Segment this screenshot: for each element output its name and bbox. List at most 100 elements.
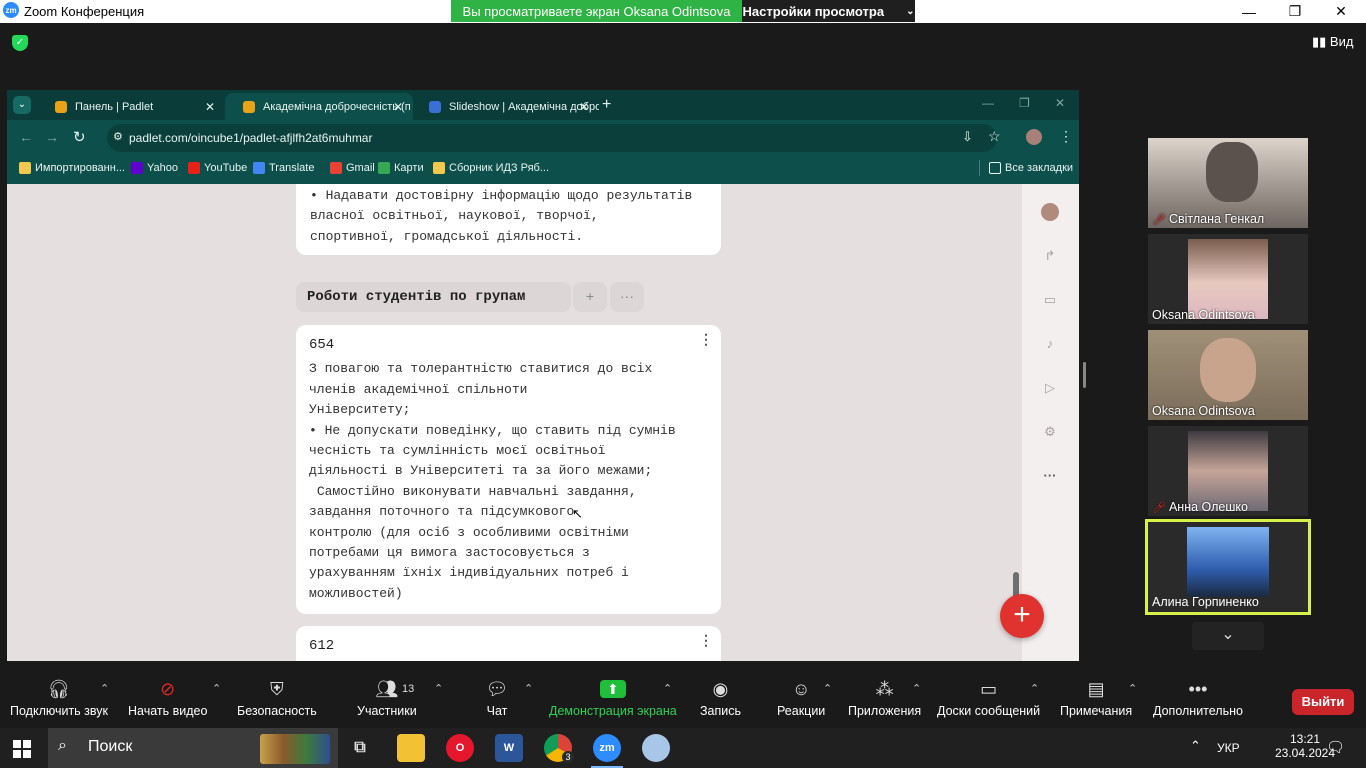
chat-button[interactable]: 💬︎ Чат <box>485 678 509 719</box>
minimize-button[interactable]: — <box>1226 0 1272 23</box>
section-title[interactable]: Роботи студентів по групам <box>296 282 571 312</box>
url-input[interactable]: ⚙ padlet.com/oincube1/padlet-afjlfh2at6m… <box>107 124 997 152</box>
gallery-down-chevron-icon[interactable]: ⌄ <box>1192 622 1264 650</box>
bookmark-ryab[interactable]: Сборник ИДЗ Ряб... <box>433 162 549 174</box>
chat-caret-icon[interactable]: ⌃ <box>524 682 533 695</box>
opera-icon[interactable]: O <box>446 734 474 762</box>
clock[interactable]: 13:21 23.04.2024 <box>1275 732 1335 760</box>
zoom-app-icon[interactable]: zm <box>593 734 621 762</box>
apps-caret-icon[interactable]: ⌃ <box>912 682 921 695</box>
tab-panel-padlet[interactable]: Панель | Padlet ✕ <box>37 93 225 120</box>
forward-arrow-icon[interactable]: → <box>45 129 59 145</box>
share-icon[interactable]: ↱ <box>1041 248 1059 266</box>
word-icon[interactable]: W <box>495 734 523 762</box>
install-app-icon[interactable]: ⇩ <box>962 129 973 145</box>
all-bookmarks[interactable]: Все закладки <box>989 162 1073 174</box>
reload-icon[interactable]: ↻ <box>73 128 86 146</box>
section-add-button[interactable]: + <box>573 282 607 312</box>
paint-icon[interactable] <box>642 734 670 762</box>
bookmark-gmail[interactable]: Gmail <box>330 162 375 174</box>
tab-academic-integrity[interactable]: Академічна доброчесність (п ✕ <box>225 93 413 120</box>
close-button[interactable]: ✕ <box>1318 0 1364 23</box>
security-button[interactable]: ⛨ Безопасность <box>237 678 317 719</box>
folder-icon <box>989 162 1001 174</box>
taskbar-search-input[interactable]: ⌕ Поиск <box>48 728 338 768</box>
share-screen-button[interactable]: ⬆ Демонстрация экрана <box>549 678 677 718</box>
video-options-caret-icon[interactable]: ⌃ <box>212 682 221 695</box>
join-audio-button[interactable]: 🎧︎ Подключить звук <box>10 678 108 719</box>
section-more-button[interactable]: ··· <box>610 282 644 312</box>
profile-avatar[interactable] <box>1026 129 1042 145</box>
participants-caret-icon[interactable]: ⌃ <box>434 682 443 695</box>
play-icon[interactable]: ▷ <box>1041 380 1059 398</box>
more-icon[interactable]: ··· <box>1041 468 1059 486</box>
record-button[interactable]: ◉ Запись <box>700 678 741 719</box>
tab-label: Академічна доброчесність (п <box>263 101 411 113</box>
bookmark-youtube[interactable]: YouTube <box>188 162 247 174</box>
browser-address-bar: ← → ↻ ⚙ padlet.com/oincube1/padlet-afjlf… <box>7 120 1079 156</box>
tab-close-icon[interactable]: ✕ <box>579 100 589 114</box>
security-shield-icon[interactable]: ✓ <box>12 35 28 51</box>
padlet-favicon-icon <box>55 101 67 113</box>
reactions-button[interactable]: ☺ Реакции <box>777 678 825 719</box>
split-view-handle[interactable] <box>1083 362 1086 388</box>
whiteboards-button[interactable]: ▭ Доски сообщений <box>937 678 1040 719</box>
browser-restore-icon[interactable]: ❐ <box>1019 96 1030 110</box>
bookmark-yahoo[interactable]: Yahoo <box>131 162 178 174</box>
bookmark-star-icon[interactable]: ☆ <box>988 128 1001 145</box>
tab-close-icon[interactable]: ✕ <box>205 100 215 114</box>
tab-close-icon[interactable]: ✕ <box>393 100 403 114</box>
post-card[interactable]: ⋮ 612 <box>296 626 721 661</box>
participant-tile[interactable]: Oksana Odintsova <box>1148 234 1308 324</box>
browser-menu-icon[interactable]: ⋮ <box>1059 128 1073 145</box>
audio-options-caret-icon[interactable]: ⌃ <box>100 682 109 695</box>
new-tab-button[interactable]: + <box>602 96 611 114</box>
back-arrow-icon[interactable]: ← <box>19 129 33 145</box>
tab-slideshow[interactable]: Slideshow | Академічна добро ✕ <box>411 93 599 120</box>
tab-search-icon[interactable]: ⌄ <box>13 96 31 114</box>
participant-tile[interactable]: 🎤︎ Світлана Генкал <box>1148 138 1308 228</box>
folder-icon <box>19 162 31 174</box>
toolbar-label: Демонстрация экрана <box>549 704 677 718</box>
task-view-icon[interactable]: ⧉ <box>346 734 374 762</box>
participant-tile[interactable]: 🎤︎ Анна Олешко <box>1148 426 1308 516</box>
url-text: padlet.com/oincube1/padlet-afjlfh2at6muh… <box>129 131 373 145</box>
active-speaker-tile[interactable]: Алина Горпиненко <box>1145 519 1311 615</box>
post-menu-icon[interactable]: ⋮ <box>699 632 713 652</box>
notes-button[interactable]: ▤ Примечания <box>1060 678 1132 719</box>
remake-icon[interactable]: ▭ <box>1041 292 1059 310</box>
reactions-caret-icon[interactable]: ⌃ <box>823 682 832 695</box>
participant-tile[interactable]: Oksana Odintsova <box>1148 330 1308 420</box>
bell-icon[interactable]: ♪ <box>1041 336 1059 354</box>
start-video-button[interactable]: ⊘ Начать видео <box>128 678 207 719</box>
browser-minimize-icon[interactable]: — <box>982 96 994 110</box>
tray-expand-icon[interactable]: ⌃ <box>1190 738 1201 754</box>
post-card[interactable]: ⋮ 654 З повагою та толерантністю ставити… <box>296 325 721 614</box>
avatar[interactable] <box>1041 203 1059 221</box>
add-post-button[interactable]: + <box>1000 594 1044 638</box>
view-settings-button[interactable]: Настройки просмотра ⌄ <box>742 0 915 22</box>
more-button[interactable]: ••• Дополнительно <box>1153 678 1243 719</box>
view-button[interactable]: ▮▮ Вид <box>1312 34 1353 50</box>
whiteboards-caret-icon[interactable]: ⌃ <box>1030 682 1039 695</box>
post-card[interactable]: • Надавати достовірну інформацію щодо ре… <box>296 184 721 255</box>
leave-button[interactable]: Выйти <box>1292 689 1354 715</box>
windows-start-icon[interactable] <box>13 740 31 758</box>
file-explorer-icon[interactable] <box>397 734 425 762</box>
language-indicator[interactable]: УКР <box>1217 741 1240 755</box>
browser-close-icon[interactable]: ✕ <box>1055 96 1065 110</box>
bookmark-translate[interactable]: Translate <box>253 162 314 174</box>
bookmarks-bar: Импортированн... Yahoo YouTube Translate… <box>7 156 1079 182</box>
restore-button[interactable]: ❐ <box>1272 0 1318 23</box>
site-info-icon[interactable]: ⚙ <box>113 130 123 143</box>
bookmark-maps[interactable]: Карти <box>378 162 424 174</box>
notes-caret-icon[interactable]: ⌃ <box>1128 682 1137 695</box>
headphones-icon: 🎧︎ <box>47 678 71 699</box>
post-menu-icon[interactable]: ⋮ <box>699 331 713 351</box>
browser-tab-bar: ⌄ Панель | Padlet ✕ Академічна доброчесн… <box>7 90 1079 120</box>
notification-icon[interactable]: 🗨︎ <box>1326 738 1345 756</box>
share-caret-icon[interactable]: ⌃ <box>663 682 672 695</box>
gear-icon[interactable]: ⚙ <box>1041 424 1059 442</box>
bookmark-imported[interactable]: Импортированн... <box>19 162 125 174</box>
apps-button[interactable]: ⁂ Приложения <box>848 678 921 719</box>
